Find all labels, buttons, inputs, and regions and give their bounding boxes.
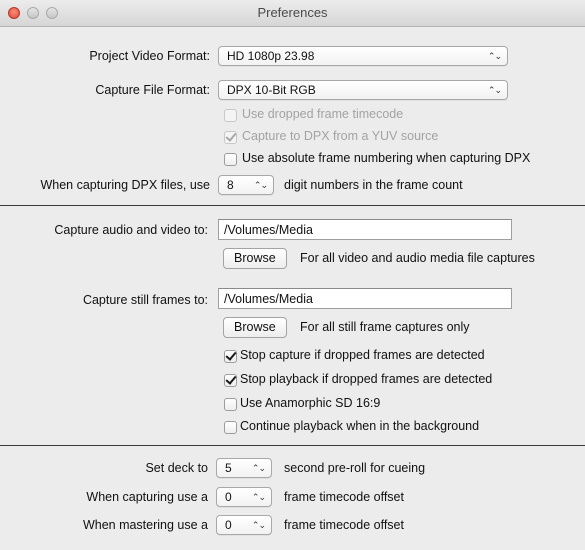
- project-video-format-value: HD 1080p 23.98: [227, 49, 315, 63]
- capture-av-browse-button[interactable]: Browse: [223, 248, 287, 269]
- capture-dpx-yuv-checkbox[interactable]: [224, 131, 237, 144]
- dpx-digits-label: When capturing DPX files, use: [40, 178, 210, 192]
- preroll-label: Set deck to: [145, 461, 208, 475]
- capture-offset-value: 0: [225, 490, 232, 504]
- preferences-window: Preferences Project Video Format: HD 108…: [0, 0, 585, 550]
- preroll-value: 5: [225, 461, 232, 475]
- continue-playback-checkbox[interactable]: [224, 421, 237, 434]
- popup-arrows-icon: ⌃⌄: [253, 180, 268, 190]
- anamorphic-label: Use Anamorphic SD 16:9: [240, 396, 381, 410]
- popup-arrows-icon: ⌃⌄: [251, 520, 266, 530]
- capture-still-label: Capture still frames to:: [82, 293, 208, 307]
- project-video-format-popup[interactable]: HD 1080p 23.98 ⌃⌄: [218, 46, 508, 66]
- dpx-digits-suffix: digit numbers in the frame count: [284, 178, 463, 192]
- section-divider: [0, 205, 585, 206]
- window-title: Preferences: [257, 5, 328, 20]
- absolute-frame-numbering-checkbox[interactable]: [224, 153, 237, 166]
- capture-av-note: For all video and audio media file captu…: [300, 251, 535, 265]
- stop-playback-checkbox[interactable]: [224, 374, 237, 387]
- master-offset-label: When mastering use a: [82, 518, 208, 532]
- capture-file-format-value: DPX 10-Bit RGB: [227, 83, 316, 97]
- stop-capture-checkbox[interactable]: [224, 350, 237, 363]
- stop-capture-label: Stop capture if dropped frames are detec…: [240, 348, 485, 362]
- popup-arrows-icon: ⌃⌄: [251, 463, 266, 473]
- popup-arrows-icon: ⌃⌄: [487, 85, 502, 95]
- capture-offset-popup[interactable]: 0 ⌃⌄: [216, 487, 272, 507]
- capture-av-path-field[interactable]: [218, 219, 512, 240]
- dpx-digits-value: 8: [227, 178, 234, 192]
- capture-file-format-label: Capture File Format:: [95, 83, 210, 97]
- capture-file-format-popup[interactable]: DPX 10-Bit RGB ⌃⌄: [218, 80, 508, 100]
- use-dropped-frame-checkbox[interactable]: [224, 109, 237, 122]
- master-offset-popup[interactable]: 0 ⌃⌄: [216, 515, 272, 535]
- capture-still-note: For all still frame captures only: [300, 320, 470, 334]
- project-video-format-label: Project Video Format:: [89, 49, 210, 63]
- popup-arrows-icon: ⌃⌄: [487, 51, 502, 61]
- master-offset-value: 0: [225, 518, 232, 532]
- preroll-suffix: second pre-roll for cueing: [284, 461, 426, 475]
- section-divider: [0, 445, 585, 446]
- master-offset-suffix: frame timecode offset: [284, 518, 404, 532]
- anamorphic-checkbox[interactable]: [224, 398, 237, 411]
- title-bar: Preferences: [0, 0, 585, 27]
- stop-playback-label: Stop playback if dropped frames are dete…: [240, 372, 493, 386]
- capture-dpx-yuv-label: Capture to DPX from a YUV source: [242, 129, 439, 143]
- capture-offset-suffix: frame timecode offset: [284, 490, 404, 504]
- capture-av-label: Capture audio and video to:: [54, 223, 208, 237]
- capture-still-browse-button[interactable]: Browse: [223, 317, 287, 338]
- continue-playback-label: Continue playback when in the background: [240, 419, 480, 433]
- preroll-popup[interactable]: 5 ⌃⌄: [216, 458, 272, 478]
- capture-offset-label: When capturing use a: [86, 490, 208, 504]
- popup-arrows-icon: ⌃⌄: [251, 492, 266, 502]
- dpx-digits-popup[interactable]: 8 ⌃⌄: [218, 175, 274, 195]
- capture-still-path-field[interactable]: [218, 288, 512, 309]
- use-dropped-frame-label: Use dropped frame timecode: [242, 107, 404, 121]
- absolute-frame-numbering-label: Use absolute frame numbering when captur…: [242, 151, 531, 165]
